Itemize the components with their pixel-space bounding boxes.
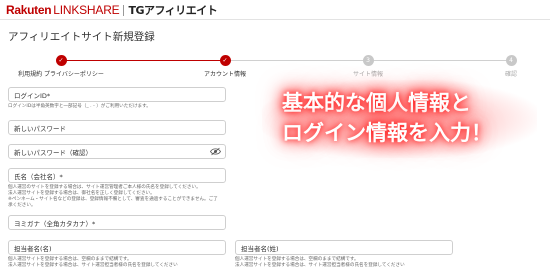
contact-last-name-field[interactable]: 担当者名(名) <box>8 240 226 255</box>
name-kana-placeholder: ヨミガナ（全角カタカナ）* <box>14 220 96 228</box>
new-password-confirm-placeholder: 新しいパスワード（確認） <box>14 149 92 157</box>
help-line: 法人運営サイトを登録する場合は、サイト運営担当者様の氏名を登録してください <box>235 263 405 268</box>
new-password-placeholder: 新しいパスワード <box>14 125 66 133</box>
step-account-info: ✓ アカウント情報 <box>145 55 305 78</box>
step-confirm: 4 確認 <box>431 55 550 78</box>
contact-first-name-placeholder: 担当者名(姓) <box>241 245 279 253</box>
site-header: Rakuten LINKSHARE TGアフィリエイト <box>0 0 550 20</box>
contact-last-name-placeholder: 担当者名(名) <box>14 245 52 253</box>
full-name-field[interactable]: 氏名（会社名）* <box>8 168 226 183</box>
overlay-line-2: ログイン情報を入力！ <box>282 121 492 145</box>
new-password-field[interactable]: 新しいパスワード <box>8 120 226 135</box>
eye-icon[interactable] <box>210 147 221 156</box>
overlay-line-1: 基本的な個人情報と <box>282 91 471 115</box>
step-label: 確認 <box>504 71 517 78</box>
contact-first-name-field[interactable]: 担当者名(姓) <box>235 240 453 255</box>
logo-linkshare: LINKSHARE <box>53 3 120 17</box>
logo-divider <box>123 4 125 16</box>
login-id-help: ログインIDは半角英数字と一部記号（_ . - ）がご利用いただけます。 <box>8 104 151 109</box>
logo[interactable]: Rakuten LINKSHARE TGアフィリエイト <box>6 2 218 18</box>
new-password-confirm-field[interactable]: 新しいパスワード（確認） <box>8 144 226 159</box>
login-id-placeholder: ログインID* <box>14 92 51 100</box>
step-label: アカウント情報 <box>203 71 246 78</box>
check-icon: ✓ <box>219 55 231 66</box>
logo-rakuten: Rakuten <box>6 3 52 17</box>
check-icon: ✓ <box>55 55 67 66</box>
help-line: 法人運営サイトを登録する場合は、サイト運営担当者様の氏名を登録してください <box>8 263 178 268</box>
help-line: ※ペンネーム・サイト名などの登録は、登録情報不備として、審査を通過することができ… <box>8 197 218 202</box>
step-label: サイト情報 <box>352 71 383 78</box>
step-number: 4 <box>505 55 517 66</box>
step-number: 3 <box>362 55 374 66</box>
step-site-info: 3 サイト情報 <box>288 55 448 78</box>
full-name-placeholder: 氏名（会社名）* <box>14 173 63 181</box>
step-label: 利用規約 プライバシーポリシー <box>18 71 104 78</box>
logo-tg-affiliate: TGアフィリエイト <box>128 4 218 17</box>
help-line: 承ください。 <box>8 203 36 208</box>
step-terms: ✓ 利用規約 プライバシーポリシー <box>0 55 141 78</box>
overlay-caption: 基本的な個人情報と ログイン情報を入力！ <box>282 88 518 148</box>
login-id-field[interactable]: ログインID* <box>8 87 226 102</box>
name-kana-field[interactable]: ヨミガナ（全角カタカナ）* <box>8 215 226 230</box>
page-title: アフィリエイトサイト新規登録 <box>8 31 155 43</box>
